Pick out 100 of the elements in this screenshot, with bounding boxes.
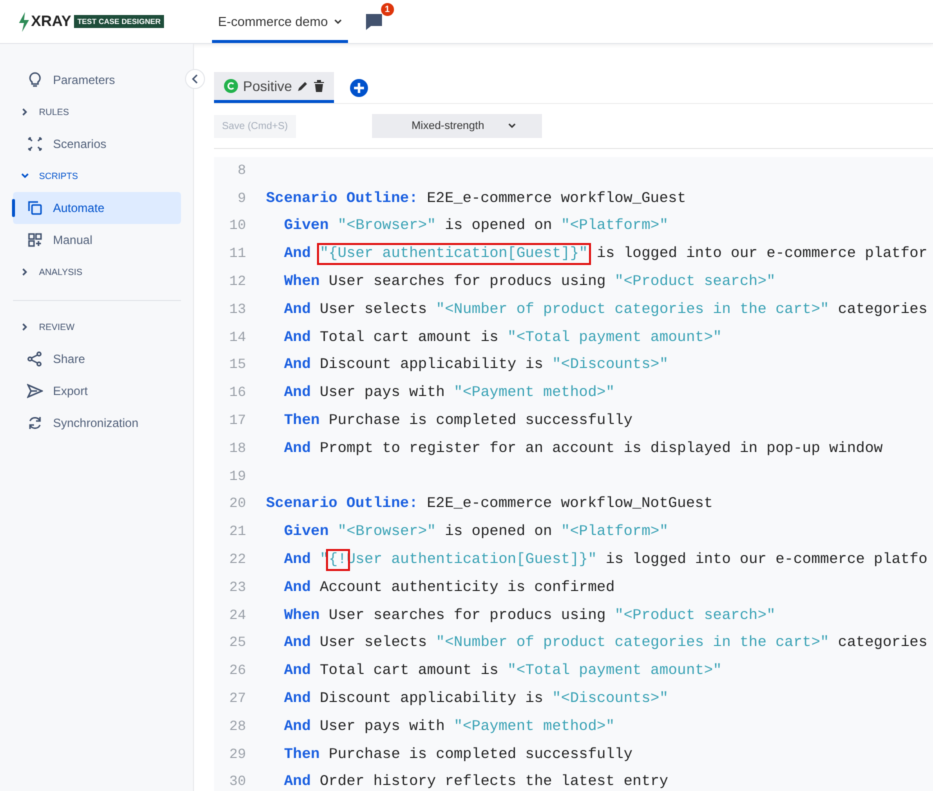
code-text: User searches for producs using [328, 274, 607, 290]
trash-icon[interactable] [314, 80, 324, 92]
line-number: 23 [228, 580, 247, 596]
code-text: User selects [320, 635, 428, 652]
line-number: 16 [228, 385, 247, 402]
string-text: "<Browser>" [338, 524, 436, 540]
nav-item[interactable]: Scenarios [13, 128, 181, 160]
sync-icon [27, 415, 43, 431]
string-text: "<Discounts>" [552, 357, 668, 374]
code-text: Discount applicability is [320, 357, 544, 374]
line-number: 20 [228, 496, 247, 512]
line-number: 15 [228, 357, 247, 374]
code-text: categories [837, 635, 928, 652]
line-number: 18 [228, 440, 247, 457]
keyword-text: Given [284, 218, 330, 234]
script-tab[interactable]: Positive [214, 72, 334, 103]
chevron-icon [21, 108, 29, 116]
string-text: "<Platform>" [561, 524, 668, 540]
notification-badge: 1 [380, 2, 394, 16]
code-text: Order history reflects the latest entry [320, 774, 668, 790]
keyword-text: And [284, 774, 312, 790]
code-editor[interactable] [214, 157, 933, 791]
string-text: "<Browser>" [338, 218, 436, 234]
string-text: "<Product search>" [614, 608, 776, 624]
pencil-icon[interactable] [297, 80, 310, 92]
logo-text: XRAY [31, 13, 72, 30]
tab-label: Positive [243, 78, 292, 94]
line-number: 8 [236, 162, 247, 179]
code-text: Prompt to register for an account is displayed in pop-up window [320, 440, 883, 457]
line-number: 10 [228, 218, 247, 234]
nav-item[interactable]: Export [13, 375, 181, 407]
string-text: "<Platform>" [561, 218, 668, 234]
status-icon [224, 79, 238, 93]
keyword-text: Scenario Outline: [266, 190, 419, 207]
keyword-text: And [284, 580, 312, 596]
keyword-text: And [284, 440, 312, 457]
line-number: 11 [228, 246, 247, 262]
chevron-icon [21, 172, 29, 180]
chat-icon[interactable] [364, 12, 384, 32]
add-icon[interactable] [350, 78, 368, 96]
code-text: is opened on [444, 218, 554, 234]
keyword-text: And [284, 718, 312, 735]
keyword-text: And [284, 330, 312, 346]
line-number: 19 [228, 468, 247, 485]
keyword-text: Given [284, 524, 330, 540]
code-text: User pays with [320, 385, 446, 402]
code-text: User selects [320, 302, 428, 318]
string-text: "<Product search>" [614, 274, 776, 290]
code-text: E2E_e-commerce workflow_NotGuest [426, 496, 713, 512]
section-header[interactable]: ANALYSIS [13, 256, 181, 288]
copy-icon [27, 200, 43, 216]
code-text: User searches for producs using [328, 608, 607, 624]
code-text: Account authenticity is confirmed [320, 580, 615, 596]
strength-select[interactable]: Mixed-strength [372, 114, 542, 138]
keyword-text: When [284, 274, 321, 290]
string-text: "<Total payment amount>" [507, 330, 722, 346]
nav-item[interactable]: Parameters [13, 64, 181, 96]
line-number: 24 [228, 608, 247, 624]
line-number: 22 [228, 552, 247, 568]
code-text: Discount applicability is [320, 691, 544, 708]
keyword-text: Then [284, 746, 321, 763]
keyword-text: And [284, 246, 312, 262]
code-text: E2E_e-commerce workflow_Guest [426, 190, 686, 207]
code-text: is logged into our e-commerce platfo [604, 552, 928, 568]
section-header[interactable]: REVIEW [13, 311, 181, 343]
keyword-text: When [284, 608, 321, 624]
bulb-icon [27, 72, 43, 88]
expand-arrows-icon [27, 136, 43, 152]
nav-item[interactable]: Manual [13, 224, 181, 256]
section-header[interactable]: SCRIPTS [13, 160, 181, 192]
nav-item[interactable]: Automate [13, 192, 181, 224]
nav-item[interactable]: Synchronization [13, 407, 181, 439]
string-text: "<Payment method>" [454, 385, 615, 402]
code-text: Purchase is completed successfully [328, 413, 633, 430]
code-text: Total cart amount is [320, 330, 500, 346]
line-number: 17 [228, 413, 247, 430]
code-text: User pays with [320, 718, 446, 735]
code-text: Total cart amount is [320, 663, 500, 680]
line-number: 29 [228, 746, 247, 763]
project-tab[interactable]: E-commerce demo [212, 0, 348, 43]
line-number: 12 [228, 274, 247, 290]
nav-item[interactable]: Share [13, 343, 181, 375]
chevron-left-icon [191, 74, 199, 84]
keyword-text: And [284, 691, 312, 708]
line-number: 14 [228, 330, 247, 346]
keyword-text: And [284, 302, 312, 318]
chevron-icon [21, 268, 29, 276]
bolt-icon [18, 12, 30, 32]
string-text: {! [328, 552, 347, 568]
share-icon [27, 351, 43, 367]
code-text: is opened on [444, 524, 554, 540]
code-text: categories [837, 302, 928, 318]
line-number: 13 [228, 302, 247, 318]
collapse-button[interactable] [185, 69, 205, 89]
keyword-text: And [284, 635, 312, 652]
string-text: "<Total payment amount>" [507, 663, 722, 680]
line-number: 21 [228, 524, 247, 540]
keyword-text: And [284, 385, 312, 402]
section-header[interactable]: RULES [13, 96, 181, 128]
send-icon [27, 383, 43, 399]
